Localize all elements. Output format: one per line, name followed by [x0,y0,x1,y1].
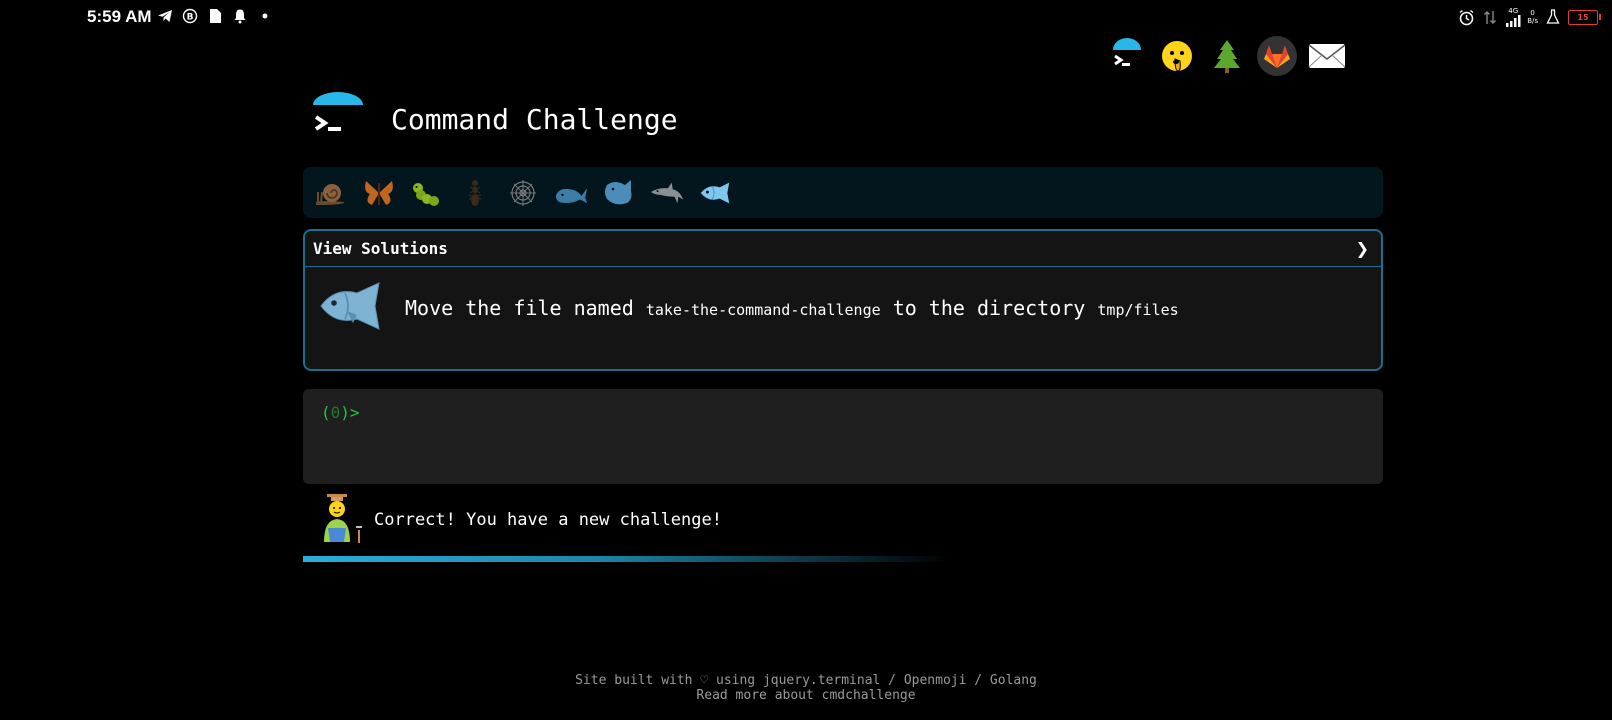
terminal[interactable]: (0)> [303,389,1383,484]
status-system-icons: 4G 0 B/s 15 [1457,7,1601,27]
challenge-filename: take-the-command-challenge [645,301,881,319]
challenge-directory: tmp/files [1097,301,1179,319]
challenge-text-prefix: Move the file named [405,296,634,320]
view-solutions-label: View Solutions [313,239,448,258]
shushing-face-icon[interactable] [1157,36,1197,76]
document-icon [206,7,224,25]
alarm-icon [1457,8,1475,26]
network-speed: 0 B/s [1527,9,1538,25]
footer-credits: Site built with ♡ using jquery.terminal … [575,673,1037,688]
whale-icon[interactable] [553,175,589,211]
app-logo-icon[interactable] [313,92,363,146]
network-label: 4G [1508,7,1519,15]
prompt-count: 0 [330,403,341,422]
challenge-description: Move the file named take-the-command-cha… [405,296,1179,320]
page-title: Command Challenge [391,102,678,136]
signal-4g-icon: 4G [1505,7,1521,27]
svg-text:B: B [187,13,194,23]
level-bar [303,167,1383,218]
snail-icon[interactable] [313,175,349,211]
chevron-right-icon: ❯ [1355,239,1369,258]
caterpillar-icon[interactable] [409,175,445,211]
challenge-panel: View Solutions ❯ Move the file named tak… [303,229,1383,371]
butterfly-icon[interactable] [361,175,397,211]
fish-icon[interactable] [697,175,733,211]
terminal-icon[interactable] [1107,36,1147,76]
network-speed-value: 0 [1530,9,1535,17]
tree-icon[interactable] [1207,36,1247,76]
top-nav-icons [1107,36,1347,76]
dolphin-icon[interactable] [649,175,685,211]
challenge-body: Move the file named take-the-command-cha… [305,267,1381,349]
prompt-close: )> [340,403,360,422]
flask-icon [1544,8,1562,26]
feedback-text: Correct! You have a new challenge! [374,510,722,530]
b-badge-icon: B [181,7,199,25]
mail-icon[interactable] [1307,36,1347,76]
progress-bar [303,556,1383,562]
terminal-prompt: (0)> [321,403,360,422]
ant-icon[interactable] [457,175,493,211]
shark-icon[interactable] [601,175,637,211]
view-solutions-toggle[interactable]: View Solutions ❯ [305,231,1381,267]
footer: Site built with ♡ using jquery.terminal … [0,673,1612,703]
challenge-text-middle: to the directory [892,296,1086,320]
bell-icon [231,7,249,25]
page-header: Command Challenge [313,92,678,146]
prompt-open: ( [321,403,331,422]
progress-fill [303,556,951,562]
farmer-avatar-icon [318,492,366,548]
status-time: 5:59 AM [87,7,152,26]
gitlab-icon[interactable] [1257,36,1297,76]
data-transfer-icon [1481,8,1499,26]
spider-web-icon[interactable] [505,175,541,211]
telegram-icon [156,7,174,25]
battery-level: 15 [1577,12,1589,22]
network-speed-unit: B/s [1527,17,1538,25]
status-bar: 5:59 AM B 4G 0 B/s 15 [0,0,1612,34]
fish-challenge-icon [317,281,383,335]
footer-read-more-link[interactable]: Read more about cmdchallenge [0,688,1612,703]
battery-icon: 15 [1568,9,1601,25]
status-notification-icons: B [156,7,274,25]
feedback-message: Correct! You have a new challenge! [318,492,722,548]
dot-icon [256,7,274,25]
